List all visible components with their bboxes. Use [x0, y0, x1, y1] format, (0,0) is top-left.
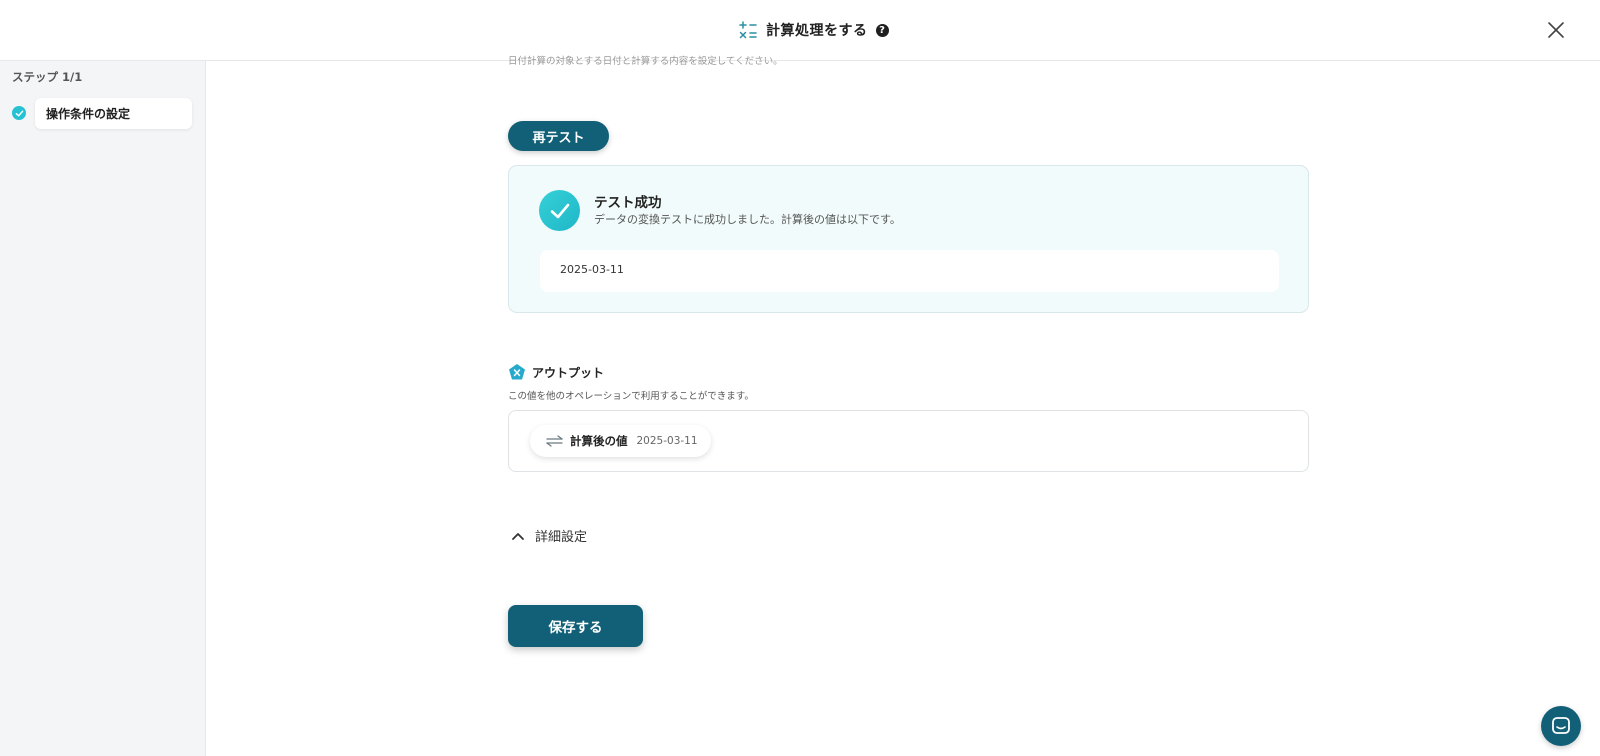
- advanced-settings-label: 詳細設定: [535, 530, 588, 545]
- calculator-icon: [739, 21, 757, 39]
- output-description: この値を他のオペレーションで利用することができます。: [508, 391, 754, 402]
- retest-button[interactable]: 再テスト: [508, 121, 609, 151]
- truncated-description: 日付計算の対象とする日付と計算する内容を設定してください。: [508, 56, 783, 67]
- output-title: アウトプット: [532, 365, 605, 380]
- output-item-value: 2025-03-11: [636, 435, 698, 447]
- modal-header: 計算処理をする ?: [0, 0, 1600, 61]
- close-icon[interactable]: [1546, 20, 1566, 40]
- test-result-panel: テスト成功 データの変換テストに成功しました。計算後の値は以下です。 2025-…: [508, 165, 1309, 313]
- header-title-group: 計算処理をする ?: [738, 18, 889, 42]
- page-title: 計算処理をする: [766, 23, 868, 39]
- output-chip[interactable]: 計算後の値 2025-03-11: [530, 425, 711, 457]
- chat-icon[interactable]: [1541, 706, 1581, 746]
- output-item-label: 計算後の値: [570, 434, 628, 448]
- output-list: 計算後の値 2025-03-11: [508, 410, 1309, 472]
- success-check-icon: [539, 190, 580, 231]
- output-icon: [509, 364, 525, 380]
- chevron-up-icon: [512, 532, 524, 540]
- main-content: 日付計算の対象とする日付と計算する内容を設定してください。 再テスト テスト成功…: [207, 56, 1600, 756]
- swap-icon: [546, 435, 563, 447]
- result-value: 2025-03-11: [540, 250, 1279, 292]
- help-icon[interactable]: ?: [875, 23, 889, 37]
- step-count: ステップ 1/1: [12, 70, 83, 84]
- result-description: データの変換テストに成功しました。計算後の値は以下です。: [594, 213, 901, 226]
- save-button[interactable]: 保存する: [508, 605, 643, 647]
- result-title: テスト成功: [594, 195, 662, 211]
- check-circle-icon: [12, 106, 26, 120]
- sidebar-step-item[interactable]: 操作条件の設定: [35, 98, 192, 129]
- advanced-settings-toggle[interactable]: 詳細設定: [511, 526, 587, 545]
- step-sidebar: ステップ 1/1 操作条件の設定: [0, 61, 206, 756]
- output-header: アウトプット: [508, 363, 604, 381]
